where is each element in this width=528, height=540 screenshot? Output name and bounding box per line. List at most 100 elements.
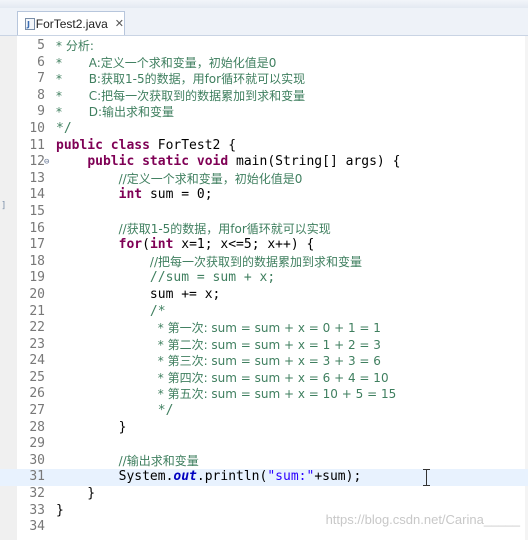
code-token: "sum:" [267,469,315,485]
code-token: * 分析: [56,39,94,53]
line-source: //定义一个求和变量，初始化值是0 [56,171,303,189]
code-token: sum += x; [56,286,221,302]
line-number: 24 [29,353,45,369]
code-line[interactable]: 18 //把每一次获取到的数据累加到求和变量 [0,254,528,271]
line-number: 10 [29,120,45,136]
code-line[interactable]: 30 //输出求和变量 [0,453,528,470]
line-source: * C:把每一次获取到的数据累加到求和变量 [56,88,305,106]
code-line[interactable]: 10 */ [0,121,528,138]
line-source: * 分析: [56,38,94,56]
code-line[interactable]: 31 System.out.println("sum:"+sum); [0,469,528,487]
code-token: */ [56,120,72,136]
code-token: //把每一次获取到的数据累加到求和变量 [149,254,363,269]
line-source: * 第二次: sum = sum + x = 1 + 2 = 3 [56,337,381,355]
line-number: 21 [29,303,45,319]
code-token: * 第四次: sum = sum + x = 6 + 4 = 10 [157,370,389,385]
code-token: ForTest2 { [157,137,237,153]
code-token: * 第二次: sum = sum + x = 1 + 2 = 3 [157,337,381,352]
code-token: +sum); [314,469,362,485]
line-source: //输出求和变量 [56,453,199,471]
line-source: System.out.println("sum:"+sum); [56,469,362,486]
code-token: */ [157,403,174,419]
line-source: */ [56,121,72,138]
line-source: } [56,503,64,520]
code-line[interactable]: 21 /* [0,304,528,321]
line-number: 29 [29,436,45,452]
line-source: //获取1-5的数据，用for循环就可以实现 [56,221,331,239]
code-token: //输出求和变量 [118,453,199,468]
java-file-icon: J [23,17,35,31]
code-token: * B:获取1-5的数据，用for循环就可以实现 [56,72,306,87]
line-number: 17 [29,237,45,253]
code-line[interactable]: 32 } [0,486,528,503]
code-line[interactable]: 16 //获取1-5的数据，用for循环就可以实现 [0,221,528,238]
line-number: 12 [29,154,45,170]
line-source: * D:输出求和变量 [56,104,174,122]
line-number: 34 [29,519,45,535]
code-token: * 第一次: sum = sum + x = 0 + 1 = 1 [157,321,381,336]
code-line[interactable]: 20 sum += x; [0,287,528,304]
line-number: 23 [29,336,45,352]
code-token: //定义一个求和变量，初始化值是0 [118,171,303,186]
code-line[interactable]: 14 int sum = 0; [0,187,528,204]
code-token: main(String[] args) { [236,154,401,170]
close-icon[interactable]: ✕ [115,17,124,30]
code-line[interactable]: 19 //sum = sum + x; [0,270,528,287]
code-token: out [173,469,197,485]
code-line[interactable]: 7 * B:获取1-5的数据，用for循环就可以实现 [0,71,528,88]
line-number: 6 [37,54,45,70]
line-source: } [56,419,127,437]
code-token: * 第三次: sum = sum + x = 3 + 3 = 6 [157,354,381,369]
tab-fortest2-java[interactable]: J ForTest2.java ✕ [17,11,125,35]
code-line[interactable]: 17 for(int x=1; x<=5; x++) { [0,237,528,254]
code-line[interactable]: 23 * 第二次: sum = sum + x = 1 + 2 = 3 [0,337,528,354]
line-number: 27 [29,403,45,419]
code-line[interactable]: 28 } [0,420,528,437]
code-line[interactable]: 27 */ [0,403,528,420]
code-token: } [56,419,127,435]
code-editor[interactable]: 5 * 分析: 6 * A:定义一个求和变量，初始化值是0 7 * B:获取1-5的数据，… [0,38,528,536]
line-source: public class ForTest2 { [56,138,236,155]
code-line[interactable]: 24 * 第三次: sum = sum + x = 3 + 3 = 6 [0,353,528,370]
code-token: public static void [87,154,237,170]
tab-title: ForTest2.java [35,16,108,31]
code-token: sum = 0; [149,187,213,203]
code-token: System. [56,469,174,485]
code-token: int [149,237,182,253]
code-token: for [118,237,143,253]
line-number: 19 [29,270,45,286]
line-number: 28 [29,419,45,435]
code-token: x=1; x<=5; x++) { [181,237,315,253]
line-source: */ [56,403,174,420]
code-line[interactable]: 8 * C:把每一次获取到的数据累加到求和变量 [0,88,528,105]
code-token: * C:把每一次获取到的数据累加到求和变量 [56,88,306,103]
code-line[interactable]: 13 //定义一个求和变量，初始化值是0 [0,171,528,188]
line-source: //把每一次获取到的数据累加到求和变量 [56,254,362,272]
code-line[interactable]: 15 [0,204,528,221]
line-source: public static void main(String[] args) { [56,154,400,171]
code-line[interactable]: 11 public class ForTest2 { [0,138,528,155]
code-line[interactable]: 29 [0,436,528,453]
code-line[interactable]: 5 * 分析: [0,38,528,55]
line-number: 15 [29,203,45,219]
line-source: //sum = sum + x; [56,270,275,287]
code-token: int [118,187,150,203]
code-line[interactable]: 9 * D:输出求和变量 [0,104,528,121]
line-source: * 第五次: sum = sum + x = 10 + 5 = 15 [56,386,396,404]
fold-toggle-icon[interactable]: ⊖ [44,154,49,171]
code-line[interactable]: 12 ⊖ public static void main(String[] arg… [0,154,528,171]
code-line[interactable]: 6 * A:定义一个求和变量，初始化值是0 [0,55,528,72]
line-number: 33 [29,502,45,518]
code-line[interactable]: 25 * 第四次: sum = sum + x = 6 + 4 = 10 [0,370,528,387]
code-line[interactable]: 22 * 第一次: sum = sum + x = 0 + 1 = 1 [0,320,528,337]
code-line[interactable]: 26 * 第五次: sum = sum + x = 10 + 5 = 15 [0,386,528,403]
